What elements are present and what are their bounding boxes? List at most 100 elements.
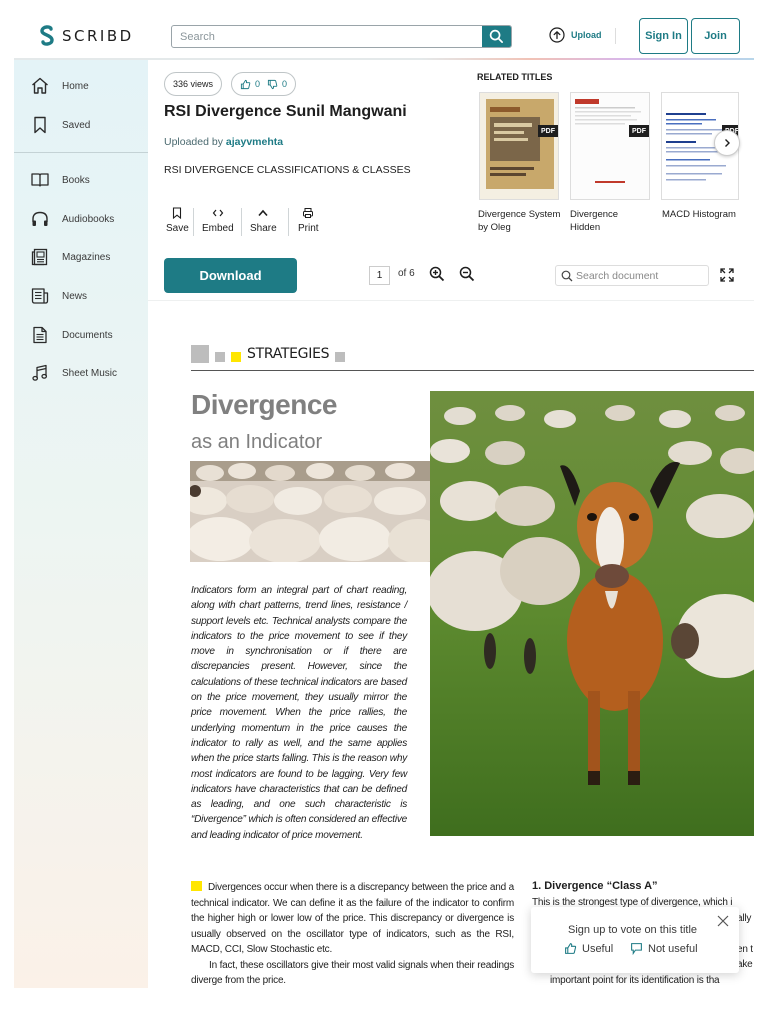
page-number-input[interactable]: 1 <box>369 266 390 285</box>
related-thumbnail[interactable]: PDF <box>570 92 650 200</box>
not-useful-label: Not useful <box>648 942 698 955</box>
search-input[interactable] <box>172 26 482 47</box>
thumbs-down-icon[interactable] <box>267 79 278 90</box>
sidebar-item-sheet-music[interactable]: Sheet Music <box>30 363 117 383</box>
document-search[interactable]: Search document <box>555 265 709 286</box>
related-thumbnail[interactable]: PDF <box>479 92 559 200</box>
sidebar-item-news[interactable]: News <box>30 286 87 306</box>
sidebar-item-audiobooks[interactable]: Audiobooks <box>30 209 114 229</box>
section-label: STRATEGIES <box>247 346 330 362</box>
download-button[interactable]: Download <box>164 258 297 293</box>
useful-button[interactable]: Useful <box>564 942 613 955</box>
share-icon <box>258 209 268 217</box>
body-paragraph: Divergences occur when there is a discre… <box>191 882 514 955</box>
thumbs-up-icon[interactable] <box>240 79 251 90</box>
bookmark-icon <box>34 116 46 134</box>
share-label: Share <box>250 223 277 234</box>
save-label: Save <box>166 223 189 234</box>
related-titles-heading: RELATED TITLES <box>477 72 553 82</box>
article-title: Divergence <box>191 389 337 420</box>
search-button[interactable] <box>482 26 511 47</box>
search-icon <box>489 29 503 43</box>
sidebar-divider <box>14 152 148 153</box>
zoom-out-icon[interactable] <box>459 266 475 282</box>
top-bar: SCRIBD Upload Sign In Join <box>0 0 768 60</box>
embed-button[interactable]: Embed <box>202 207 234 234</box>
upload-label: Upload <box>571 30 602 40</box>
sidebar-item-books[interactable]: Books <box>30 170 90 190</box>
speech-bubble-icon <box>631 943 642 955</box>
zoom-in-icon[interactable] <box>429 266 445 282</box>
print-label: Print <box>298 223 319 234</box>
music-note-icon <box>32 364 48 381</box>
decorative-square <box>191 345 209 363</box>
related-title-label[interactable]: MACD Histogram <box>662 208 746 221</box>
sidebar-item-label: Magazines <box>62 251 111 263</box>
related-title-label[interactable]: Divergence Hidden <box>570 208 640 234</box>
code-icon <box>212 209 224 217</box>
document-title: RSI Divergence Sunil Mangwani <box>164 103 407 120</box>
decorative-square <box>335 352 346 362</box>
header-divider <box>615 28 616 44</box>
action-divider <box>241 208 242 236</box>
upload-icon <box>549 27 565 43</box>
related-title-label[interactable]: Divergence System by Oleg <box>478 208 562 234</box>
sidebar-item-home[interactable]: Home <box>30 76 89 96</box>
article-subtitle: as an Indicator <box>191 431 323 453</box>
vote-badge: 0 0 <box>231 72 297 96</box>
body-line: important point for its identification i… <box>550 974 720 986</box>
uploaded-prefix: Uploaded by <box>164 136 223 148</box>
sidebar-item-saved[interactable]: Saved <box>30 115 90 135</box>
uploader-line: Uploaded by ajayvmehta <box>164 136 283 148</box>
action-divider <box>193 208 194 236</box>
section-rule <box>191 370 754 371</box>
search-icon <box>561 270 573 281</box>
bookmark-icon <box>173 207 182 219</box>
page-total: of 6 <box>398 268 415 279</box>
article-body-left: Divergences occur when there is a discre… <box>191 880 514 988</box>
downvote-count: 0 <box>282 79 288 89</box>
article-intro: Indicators form an integral part of char… <box>191 585 407 841</box>
close-icon[interactable] <box>717 915 729 927</box>
book-icon <box>31 173 49 187</box>
search-bar <box>171 25 512 48</box>
uploader-link[interactable]: ajayvmehta <box>226 136 283 148</box>
scribd-logo-icon <box>40 25 54 46</box>
headphones-icon <box>32 211 48 226</box>
sidebar-item-label: Saved <box>62 119 91 131</box>
related-next-button[interactable] <box>714 130 740 156</box>
sheep-flock-image <box>190 461 430 562</box>
logo-text: SCRIBD <box>62 27 134 45</box>
useful-label: Useful <box>582 942 614 955</box>
document-description: RSI DIVERGENCE CLASSIFICATIONS & CLASSES <box>164 164 411 176</box>
subsection-title: 1. Divergence “Class A” <box>532 880 658 892</box>
home-icon <box>32 77 48 94</box>
upload-button[interactable]: Upload <box>549 27 602 43</box>
sign-in-button[interactable]: Sign In <box>639 18 688 54</box>
document-page: STRATEGIES Divergence as an Indicator In… <box>148 301 754 988</box>
section-header: STRATEGIES <box>191 345 346 363</box>
scribd-logo[interactable]: SCRIBD <box>38 24 134 48</box>
pdf-badge: PDF <box>538 125 558 137</box>
document-search-placeholder: Search document <box>576 269 659 282</box>
not-useful-button[interactable]: Not useful <box>630 942 698 955</box>
fullscreen-icon[interactable] <box>720 268 734 282</box>
share-button[interactable]: Share <box>250 207 277 234</box>
goat-in-field-image <box>430 391 754 836</box>
sidebar-item-documents[interactable]: Documents <box>30 325 113 345</box>
document-icon <box>33 326 47 344</box>
printer-icon <box>303 208 314 218</box>
sidebar-item-label: Books <box>62 174 90 186</box>
views-badge: 336 views <box>164 72 223 96</box>
chevron-right-icon <box>725 139 730 147</box>
join-button[interactable]: Join <box>691 18 740 54</box>
thumbs-up-icon <box>565 943 577 954</box>
views-count: 336 views <box>173 79 214 89</box>
document-preview-image <box>571 93 649 199</box>
sidebar-item-magazines[interactable]: Magazines <box>30 247 110 267</box>
print-button[interactable]: Print <box>298 207 319 234</box>
yellow-marker <box>191 881 202 891</box>
decorative-square <box>215 352 225 362</box>
save-button[interactable]: Save <box>166 207 189 234</box>
news-icon <box>31 288 49 304</box>
